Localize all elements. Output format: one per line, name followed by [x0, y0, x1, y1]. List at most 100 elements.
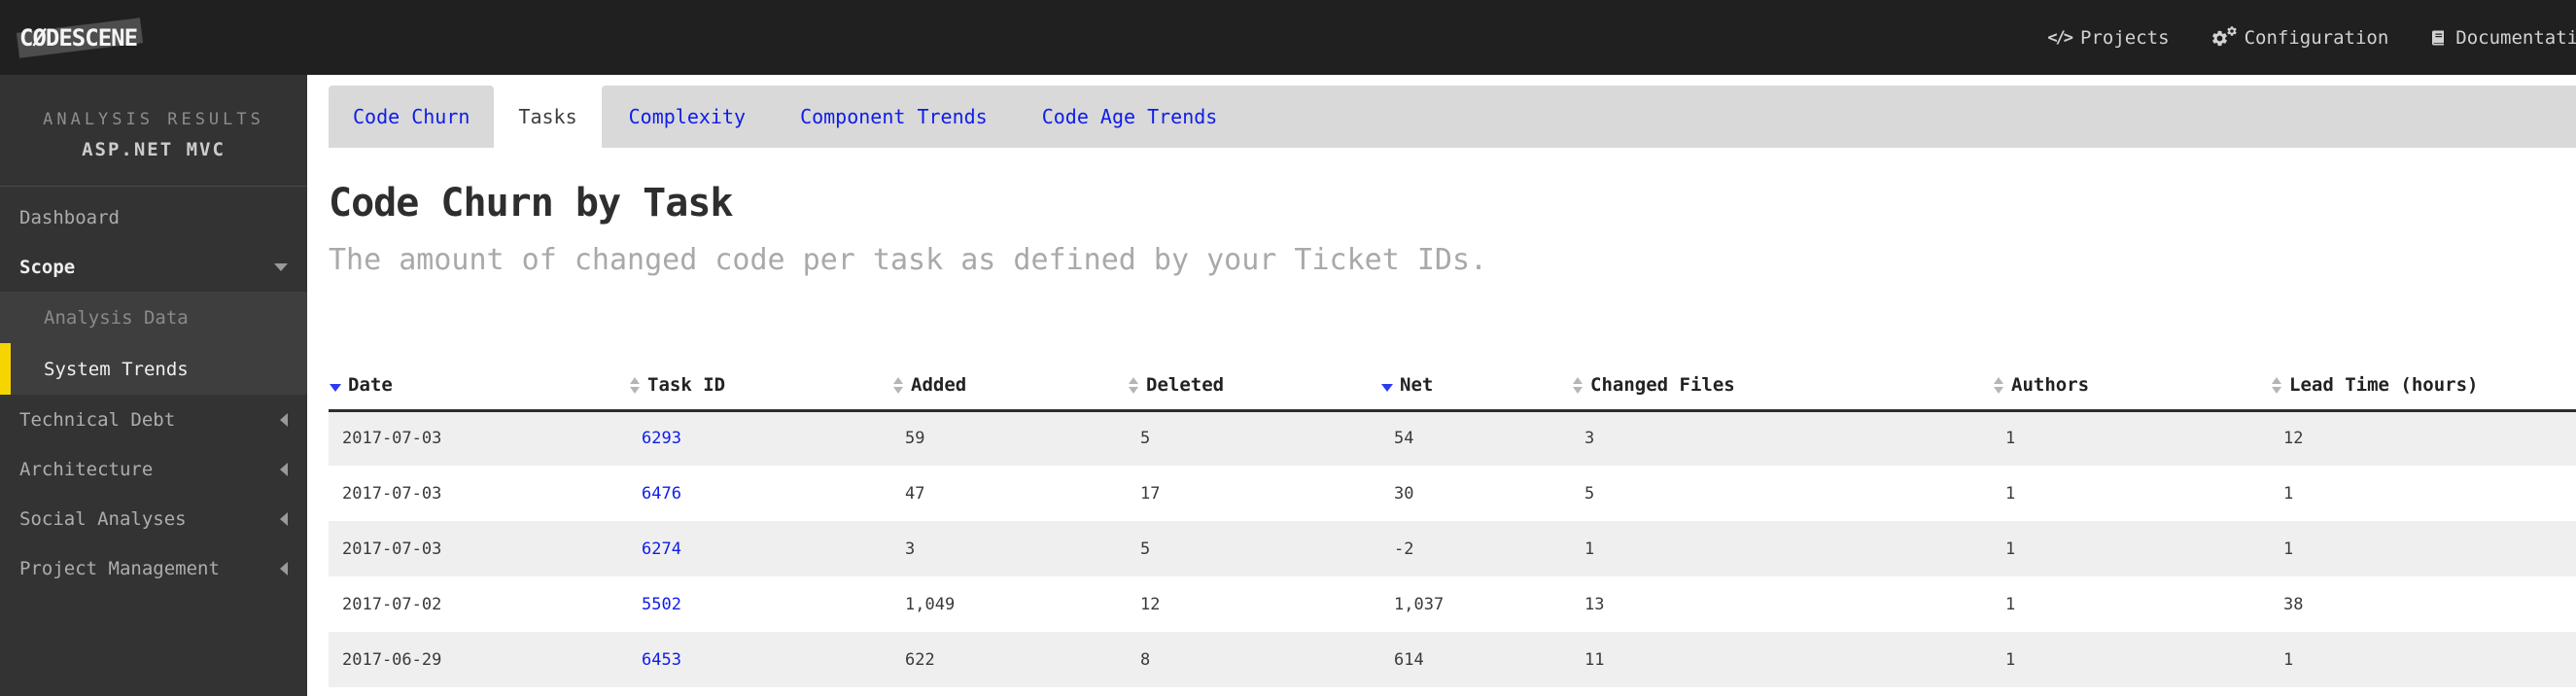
- cell-added: 3: [891, 521, 1127, 576]
- gears-icon: [2210, 27, 2236, 49]
- sort-both-icon: [891, 377, 905, 394]
- sidebar-item-scope[interactable]: Scope: [0, 242, 307, 292]
- sidebar-header: ANALYSIS RESULTS ASP.NET MVC: [0, 75, 307, 187]
- cell-authors: 1: [1992, 632, 2270, 687]
- nav-link-configuration[interactable]: Configuration: [2210, 27, 2389, 49]
- cell-date: 2017-07-02: [329, 576, 628, 632]
- sidebar-item-label: Social Analyses: [19, 508, 187, 530]
- sidebar-item-architecture[interactable]: Architecture: [0, 444, 307, 494]
- table-row: 2017-07-036476471730511: [329, 466, 2576, 521]
- column-header-label: Lead Time (hours): [2289, 374, 2478, 396]
- tab-component-trends[interactable]: Component Trends: [773, 86, 1015, 148]
- app-logo[interactable]: CØDESCENE: [19, 0, 137, 75]
- column-header-added[interactable]: Added: [891, 362, 1127, 410]
- task-id-link[interactable]: 6293: [642, 429, 681, 448]
- cell-added: 47: [891, 466, 1127, 521]
- column-header-label: Task ID: [647, 374, 725, 396]
- column-header-authors[interactable]: Authors: [1992, 362, 2270, 410]
- column-header-label: Date: [348, 374, 393, 396]
- sidebar-item-label: Project Management: [19, 558, 220, 579]
- tab-code-churn[interactable]: Code Churn: [329, 86, 494, 148]
- cell-date: 2017-07-03: [329, 521, 628, 576]
- cell-authors: 1: [1992, 410, 2270, 466]
- cell-date: 2017-07-03: [329, 466, 628, 521]
- cell-authors: 1: [1992, 521, 2270, 576]
- table-header-row: Date Task ID Added Deleted Net Changed Files A…: [329, 362, 2576, 410]
- sort-desc-icon: [1380, 378, 1394, 392]
- table-row: 2017-06-29645362286141111: [329, 632, 2576, 687]
- task-id-link[interactable]: 6274: [642, 539, 681, 559]
- sidebar-subitem-label: Analysis Data: [44, 307, 189, 329]
- cell-lead-time-hours: 12: [2270, 410, 2576, 466]
- cell-deleted: 17: [1127, 466, 1380, 521]
- task-id-link[interactable]: 5502: [642, 595, 681, 614]
- cell-added: 1,049: [891, 576, 1127, 632]
- sort-both-icon: [2270, 377, 2283, 394]
- cell-net: 54: [1380, 410, 1571, 466]
- cell-task-id: 6453: [628, 632, 891, 687]
- column-header-label: Net: [1400, 374, 1433, 396]
- sidebar-item-technical-debt[interactable]: Technical Debt: [0, 395, 307, 444]
- chevron-left-icon: [280, 463, 288, 476]
- cell-task-id: 6293: [628, 410, 891, 466]
- chevron-left-icon: [280, 413, 288, 427]
- table-row: 2017-07-036293595543112: [329, 410, 2576, 466]
- sort-both-icon: [1992, 377, 2005, 394]
- column-header-date[interactable]: Date: [329, 362, 628, 410]
- column-header-lead-time-hours[interactable]: Lead Time (hours): [2270, 362, 2576, 410]
- page-layout: ANALYSIS RESULTS ASP.NET MVC Dashboard Sc…: [0, 75, 2576, 696]
- task-id-link[interactable]: 6453: [642, 650, 681, 670]
- analysis-results-label: ANALYSIS RESULTS: [0, 110, 307, 129]
- sidebar-item-dashboard[interactable]: Dashboard: [0, 192, 307, 242]
- navbar-links: </> Projects Configuration Documentation: [2047, 0, 2576, 75]
- sidebar-item-label: Technical Debt: [19, 409, 175, 431]
- sort-both-icon: [628, 377, 642, 394]
- sidebar-item-project-management[interactable]: Project Management: [0, 543, 307, 593]
- cell-net: -2: [1380, 521, 1571, 576]
- chevron-left-icon: [280, 562, 288, 575]
- tab-code-age-trends[interactable]: Code Age Trends: [1015, 86, 1245, 148]
- cell-lead-time-hours: 1: [2270, 466, 2576, 521]
- cell-added: 59: [891, 410, 1127, 466]
- sidebar-menu: Dashboard Scope Analysis Data System Trends…: [0, 187, 307, 593]
- page-title: Code Churn by Task: [329, 181, 2576, 226]
- column-header-label: Authors: [2011, 374, 2089, 396]
- cell-date: 2017-06-29: [329, 632, 628, 687]
- nav-link-projects[interactable]: </> Projects: [2047, 27, 2169, 49]
- main-content: Code ChurnTasksComplexityComponent Trend…: [307, 75, 2576, 696]
- column-header-label: Changed Files: [1590, 374, 1735, 396]
- nav-link-documentation[interactable]: Documentation: [2429, 27, 2576, 49]
- sidebar-subitem-analysis-data[interactable]: Analysis Data: [0, 292, 307, 343]
- sidebar-item-social-analyses[interactable]: Social Analyses: [0, 494, 307, 543]
- cell-changed-files: 1: [1571, 521, 1992, 576]
- column-header-net[interactable]: Net: [1380, 362, 1571, 410]
- chevron-down-icon: [274, 263, 288, 271]
- nav-link-label: Documentation: [2455, 27, 2576, 49]
- page-subtitle: The amount of changed code per task as d…: [329, 243, 2576, 278]
- column-header-label: Added: [911, 374, 966, 396]
- tab-tasks[interactable]: Tasks: [494, 86, 601, 148]
- cell-changed-files: 5: [1571, 466, 1992, 521]
- column-header-task-id[interactable]: Task ID: [628, 362, 891, 410]
- cell-lead-time-hours: 1: [2270, 632, 2576, 687]
- cell-deleted: 5: [1127, 410, 1380, 466]
- code-icon: </>: [2047, 28, 2071, 48]
- project-name: ASP.NET MVC: [0, 139, 307, 160]
- column-header-deleted[interactable]: Deleted: [1127, 362, 1380, 410]
- cell-lead-time-hours: 1: [2270, 521, 2576, 576]
- tab-bar: Code ChurnTasksComplexityComponent Trend…: [329, 86, 2576, 148]
- cell-task-id: 6476: [628, 466, 891, 521]
- tab-complexity[interactable]: Complexity: [602, 86, 773, 148]
- column-header-changed-files[interactable]: Changed Files: [1571, 362, 1992, 410]
- nav-link-label: Projects: [2080, 27, 2170, 49]
- sidebar-subitem-system-trends[interactable]: System Trends: [0, 343, 307, 395]
- tab-strip: ComplexityComponent TrendsCode Age Trend…: [602, 86, 2576, 148]
- column-header-label: Deleted: [1146, 374, 1224, 396]
- task-id-link[interactable]: 6476: [642, 484, 681, 504]
- cell-changed-files: 13: [1571, 576, 1992, 632]
- sidebar-item-label: Dashboard: [19, 207, 120, 228]
- cell-deleted: 5: [1127, 521, 1380, 576]
- churn-table: Date Task ID Added Deleted Net Changed Files A…: [329, 362, 2576, 687]
- sidebar-submenu: Analysis Data System Trends: [0, 292, 307, 395]
- cell-date: 2017-07-03: [329, 410, 628, 466]
